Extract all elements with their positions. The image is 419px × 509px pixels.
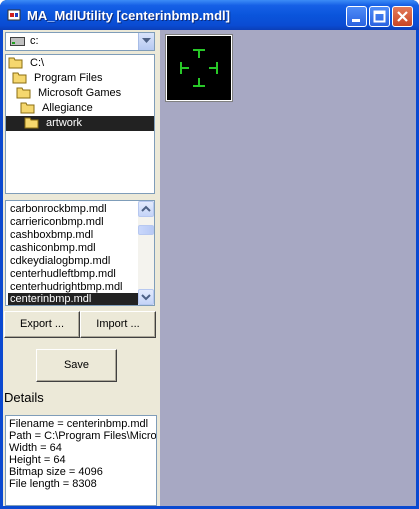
- file-item[interactable]: cashiconbmp.mdl: [8, 242, 138, 255]
- chevron-down-icon: [141, 294, 151, 301]
- scroll-thumb[interactable]: [138, 225, 154, 235]
- open-folder-icon: [12, 72, 27, 84]
- details-line: Bitmap size = 4096: [9, 466, 103, 478]
- details-line: Path = C:\Program Files\Micros: [9, 430, 157, 442]
- details-line: Filename = centerinbmp.mdl: [9, 418, 149, 430]
- file-browser-panel: c: C:\ Program Files Microsoft Games All…: [3, 30, 158, 506]
- minimize-button[interactable]: [346, 6, 367, 27]
- open-folder-icon: [24, 117, 39, 129]
- open-folder-icon: [8, 57, 23, 69]
- details-line: Width = 64: [9, 442, 62, 454]
- chevron-down-icon: [142, 38, 151, 43]
- scroll-up-button[interactable]: [138, 201, 154, 217]
- directory-label: Allegiance: [42, 102, 93, 114]
- file-item[interactable]: carriericonbmp.mdl: [8, 216, 138, 229]
- app-icon: [7, 9, 21, 21]
- details-line: Height = 64: [9, 454, 66, 466]
- chevron-up-icon: [141, 205, 151, 212]
- directory-label: Program Files: [34, 72, 103, 84]
- bitmap-canvas: [160, 30, 416, 506]
- details-line: File length = 8308: [9, 478, 97, 490]
- drive-dropdown-button[interactable]: [138, 33, 154, 50]
- directory-list[interactable]: C:\ Program Files Microsoft Games Allegi…: [5, 54, 155, 194]
- details-text-box[interactable]: Filename = centerinbmp.mdl Path = C:\Pro…: [5, 415, 157, 506]
- bitmap-preview: [166, 35, 232, 101]
- drive-select[interactable]: c:: [5, 32, 155, 51]
- directory-label: C:\: [30, 57, 45, 69]
- crosshair-icon: [180, 49, 218, 87]
- close-button[interactable]: [392, 6, 413, 27]
- directory-item-selected[interactable]: artwork: [6, 116, 154, 131]
- file-item[interactable]: cdkeydialogbmp.mdl: [8, 255, 138, 268]
- maximize-button[interactable]: [369, 6, 390, 27]
- scroll-down-button[interactable]: [138, 289, 154, 305]
- drive-value: c:: [30, 35, 39, 47]
- window-title: MA_MdlUtility [centerinbmp.mdl]: [27, 8, 230, 23]
- save-button[interactable]: Save: [36, 349, 117, 382]
- open-folder-icon: [16, 87, 31, 99]
- open-folder-icon: [20, 102, 35, 114]
- file-item[interactable]: cashboxbmp.mdl: [8, 229, 138, 242]
- title-bar[interactable]: MA_MdlUtility [centerinbmp.mdl]: [0, 0, 419, 30]
- details-heading: Details: [4, 390, 44, 405]
- file-item[interactable]: carbonrockbmp.mdl: [8, 203, 138, 216]
- export-button[interactable]: Export ...: [4, 311, 80, 338]
- drive-icon: [10, 37, 25, 46]
- maximize-icon: [373, 10, 386, 23]
- import-button[interactable]: Import ...: [80, 311, 156, 338]
- app-window: MA_MdlUtility [centerinbmp.mdl] c: C:\ P…: [0, 0, 419, 509]
- file-list-scrollbar[interactable]: [138, 201, 154, 305]
- file-list[interactable]: carbonrockbmp.mdl carriericonbmp.mdl cas…: [5, 200, 155, 306]
- file-item-selected[interactable]: centerinbmp.mdl: [8, 293, 138, 305]
- minimize-icon: [352, 19, 360, 22]
- window-frame-left: [0, 30, 3, 509]
- directory-label: artwork: [46, 117, 83, 129]
- client-area: c: C:\ Program Files Microsoft Games All…: [3, 30, 416, 506]
- directory-label: Microsoft Games: [38, 87, 122, 99]
- close-icon: [397, 11, 408, 22]
- file-item[interactable]: centerhudleftbmp.mdl: [8, 268, 138, 281]
